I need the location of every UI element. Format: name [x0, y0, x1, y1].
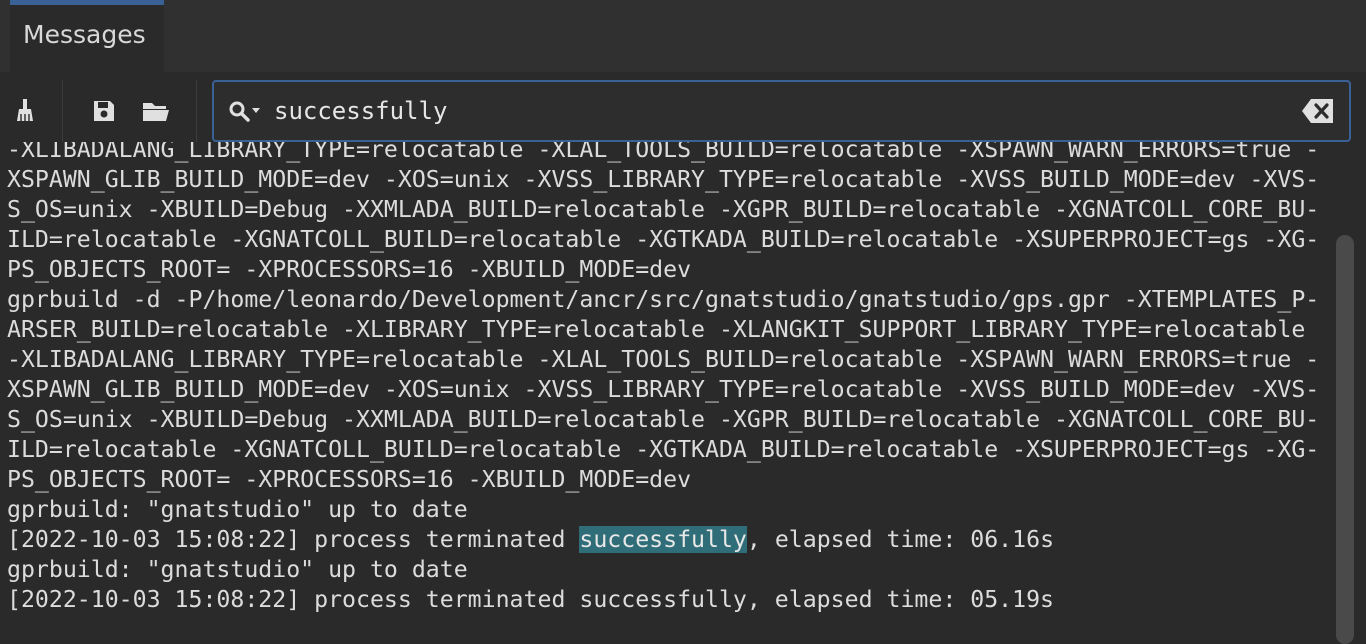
output-line: gprbuild: "gnatstudio" up to date: [7, 496, 468, 523]
panel-edge: [1356, 142, 1366, 644]
search-field[interactable]: [212, 80, 1351, 142]
scrollbar-thumb[interactable]: [1336, 235, 1354, 644]
output-line: S_OS=unix -XBUILD=Debug -XXMLADA_BUILD=r…: [7, 196, 1320, 223]
output-line: ILD=relocatable -XGNATCOLL_BUILD=relocat…: [7, 436, 1320, 463]
output-lines: -XLIBADALANG_LIBRARY_TYPE=relocatable -X…: [7, 142, 1319, 615]
toolbar-separator: [196, 80, 197, 144]
messages-panel: Messages successfully -XLIBADALANG_LIBRA…: [0, 0, 1366, 644]
clear-messages-button[interactable]: [10, 98, 40, 128]
output-line: -XLIBADALANG_LIBRARY_TYPE=relocatable -X…: [7, 142, 1320, 163]
tab-messages-label: Messages: [23, 20, 146, 49]
search-input[interactable]: [274, 92, 1294, 130]
output-line: ARSER_BUILD=relocatable -XLIBRARY_TYPE=r…: [7, 316, 1306, 343]
output-line: PS_OBJECTS_ROOT= -XPROCESSORS=16 -XBUILD…: [7, 256, 692, 283]
output-line: [2022-10-03 15:08:22] process terminated…: [7, 586, 1055, 613]
search-options-icon[interactable]: [228, 100, 264, 128]
toolbar-separator: [62, 80, 63, 144]
search-match-highlight: successfully: [579, 526, 747, 553]
save-icon: [92, 99, 116, 127]
output-line: gprbuild: "gnatstudio" up to date: [7, 556, 468, 583]
output-line: [2022-10-03 15:08:22] process terminated…: [7, 526, 1055, 553]
output-line: ILD=relocatable -XGNATCOLL_BUILD=relocat…: [7, 226, 1320, 253]
output-line: XSPAWN_GLIB_BUILD_MODE=dev -XOS=unix -XV…: [7, 166, 1320, 193]
output-line: PS_OBJECTS_ROOT= -XPROCESSORS=16 -XBUILD…: [7, 466, 692, 493]
output-line: XSPAWN_GLIB_BUILD_MODE=dev -XOS=unix -XV…: [7, 376, 1320, 403]
output-line: S_OS=unix -XBUILD=Debug -XXMLADA_BUILD=r…: [7, 406, 1320, 433]
clear-field-icon[interactable]: [1301, 98, 1335, 128]
output-line: -XLIBADALANG_LIBRARY_TYPE=relocatable -X…: [7, 346, 1320, 373]
tab-strip: [0, 0, 1366, 72]
broom-icon: [14, 98, 36, 128]
output-line: gprbuild -d -P/home/leonardo/Development…: [7, 286, 1320, 313]
messages-output[interactable]: -XLIBADALANG_LIBRARY_TYPE=relocatable -X…: [0, 142, 1330, 644]
open-messages-button[interactable]: [141, 98, 171, 128]
save-messages-button[interactable]: [89, 98, 119, 128]
folder-open-icon: [142, 99, 170, 127]
